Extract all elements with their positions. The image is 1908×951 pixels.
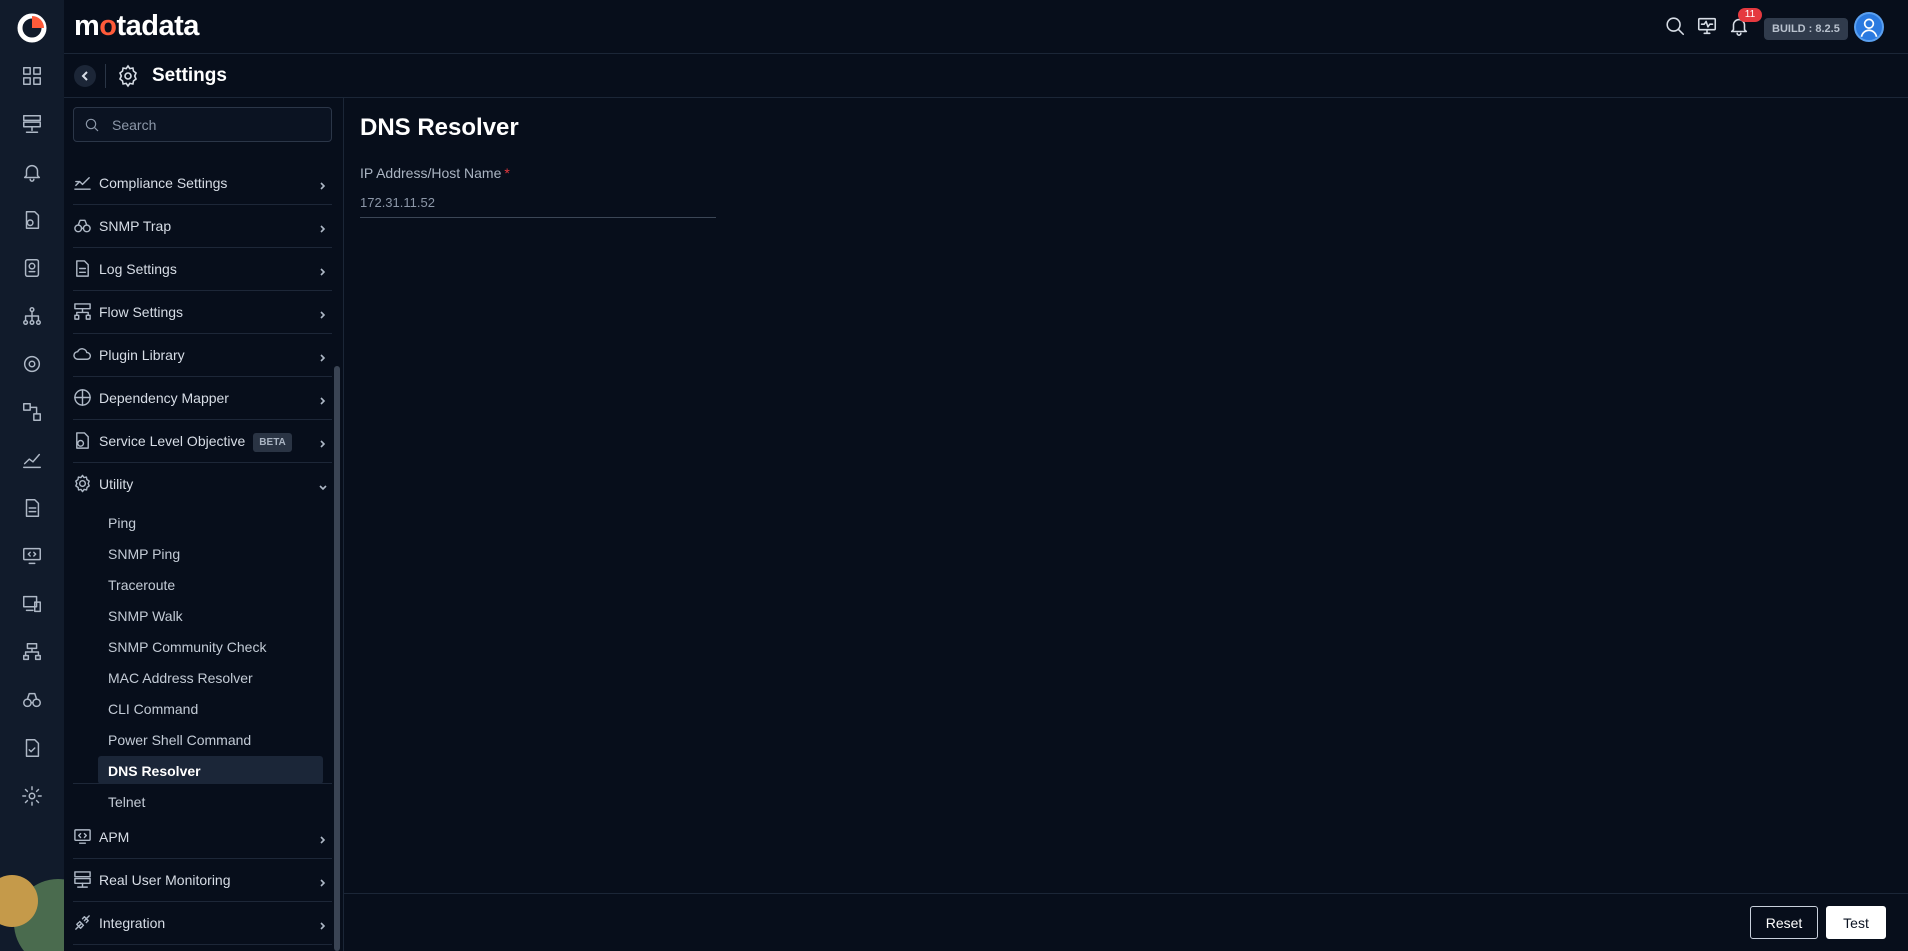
monitor-screen-icon[interactable] <box>1696 15 1720 39</box>
settings-header: Settings <box>64 54 1908 98</box>
menu-item-label: Dependency Mapper <box>99 390 229 406</box>
menu-item-apm[interactable]: APM <box>73 816 332 859</box>
chevron-right-icon <box>318 436 328 448</box>
menu-item-real-user-monitoring[interactable]: Real User Monitoring <box>73 859 332 902</box>
submenu-item-ping[interactable]: Ping <box>98 508 323 536</box>
dependency-icon <box>73 388 93 408</box>
submenu-item-traceroute[interactable]: Traceroute <box>98 570 323 598</box>
cloud-plugin-icon <box>73 345 93 365</box>
sidebar-scrollbar[interactable] <box>334 366 340 951</box>
settings-icon[interactable] <box>20 784 44 808</box>
menu-item-compliance-settings[interactable]: Compliance Settings <box>73 162 332 205</box>
network-icon[interactable] <box>20 640 44 664</box>
submenu-item-mac-address-resolver[interactable]: MAC Address Resolver <box>98 663 323 691</box>
search-input[interactable] <box>112 108 322 141</box>
chevron-right-icon <box>318 918 328 930</box>
menu-item-integration[interactable]: Integration <box>73 902 332 945</box>
ip-host-input[interactable] <box>360 188 716 218</box>
main-content: DNS Resolver IP Address/Host Name * <box>344 98 1908 893</box>
menu-item-label: Integration <box>99 915 166 931</box>
decorative-shape <box>0 865 64 951</box>
chevron-right-icon <box>318 875 328 887</box>
workflow-icon[interactable] <box>20 400 44 424</box>
utility-gear-icon <box>73 474 93 494</box>
settings-sidebar: Compliance Settings SNMP Trap Log Settin… <box>64 98 344 951</box>
menu-item-label: Flow Settings <box>99 304 184 320</box>
chevron-right-icon <box>318 393 328 405</box>
compliance-icon[interactable] <box>20 736 44 760</box>
submenu-item-telnet[interactable]: Telnet <box>98 787 323 815</box>
menu-item-label: Compliance Settings <box>99 175 228 191</box>
menu-item-label: SNMP Trap <box>99 218 172 234</box>
menu-item-label: Service Level Objective BETA <box>99 433 292 452</box>
build-version-badge: BUILD : 8.2.5 <box>1764 18 1848 40</box>
search-box <box>73 107 332 142</box>
back-button[interactable] <box>74 65 96 87</box>
submenu-item-dns-resolver[interactable]: DNS Resolver <box>98 756 323 784</box>
flow-icon <box>73 302 93 322</box>
menu-item-flow-settings[interactable]: Flow Settings <box>73 291 332 334</box>
submenu-item-snmp-ping[interactable]: SNMP Ping <box>98 539 323 567</box>
page-title: DNS Resolver <box>360 114 519 141</box>
topology-icon[interactable] <box>20 304 44 328</box>
log-file-icon <box>73 259 93 279</box>
chevron-right-icon <box>318 264 328 276</box>
monitor-icon[interactable] <box>20 352 44 376</box>
settings-gear-icon <box>116 64 140 88</box>
dashboard-icon[interactable] <box>20 64 44 88</box>
submenu-item-snmp-walk[interactable]: SNMP Walk <box>98 601 323 629</box>
log-icon[interactable] <box>20 496 44 520</box>
chevron-right-icon <box>318 221 328 233</box>
apm-icon[interactable] <box>20 544 44 568</box>
form-footer: Reset Test <box>344 893 1908 951</box>
alerts-icon[interactable] <box>20 160 44 184</box>
required-mark: * <box>504 165 510 181</box>
apm-monitor-icon <box>73 827 93 847</box>
menu-item-snmp-trap[interactable]: SNMP Trap <box>73 205 332 248</box>
menu-item-label: Log Settings <box>99 261 177 277</box>
device-icon[interactable] <box>20 592 44 616</box>
menu-item-label: Plugin Library <box>99 347 185 363</box>
reset-button[interactable]: Reset <box>1750 906 1818 939</box>
snmp-trap-icon[interactable] <box>20 688 44 712</box>
metrics-icon[interactable] <box>20 448 44 472</box>
policy-icon[interactable] <box>20 208 44 232</box>
chevron-down-icon <box>318 479 328 491</box>
beta-badge: BETA <box>253 433 292 452</box>
menu-item-dependency-mapper[interactable]: Dependency Mapper <box>73 377 332 420</box>
menu-item-plugin-library[interactable]: Plugin Library <box>73 334 332 377</box>
submenu-item-power-shell-command[interactable]: Power Shell Command <box>98 725 323 753</box>
divider <box>105 64 106 88</box>
inventory-icon[interactable] <box>20 112 44 136</box>
integration-icon <box>73 913 93 933</box>
icon-rail <box>0 0 64 951</box>
app-logo-icon[interactable] <box>16 12 48 44</box>
chevron-right-icon <box>318 178 328 190</box>
top-bar: motadata <box>64 0 1908 54</box>
page-section-title: Settings <box>152 65 227 86</box>
submenu-item-cli-command[interactable]: CLI Command <box>98 694 323 722</box>
binoculars-icon <box>73 216 93 236</box>
rum-icon <box>73 870 93 890</box>
search-icon[interactable] <box>1664 15 1688 39</box>
test-button[interactable]: Test <box>1826 906 1886 939</box>
menu-item-service-level-objective[interactable]: Service Level Objective BETA <box>73 420 332 463</box>
menu-item-label: Utility <box>99 476 134 492</box>
compliance-chart-icon <box>73 173 93 193</box>
menu-item-log-settings[interactable]: Log Settings <box>73 248 332 291</box>
ip-host-field-label: IP Address/Host Name * <box>360 165 510 181</box>
menu-item-label: Real User Monitoring <box>99 872 231 888</box>
chevron-right-icon <box>318 307 328 319</box>
menu-item-label: APM <box>99 829 130 845</box>
report-icon[interactable] <box>20 256 44 280</box>
submenu-item-snmp-community-check[interactable]: SNMP Community Check <box>98 632 323 660</box>
chevron-right-icon <box>318 832 328 844</box>
brand-logo[interactable]: motadata <box>74 10 199 43</box>
notification-badge: 11 <box>1738 8 1762 22</box>
slo-icon <box>73 431 93 451</box>
chevron-right-icon <box>318 350 328 362</box>
search-icon <box>85 118 99 132</box>
user-avatar[interactable] <box>1854 12 1884 42</box>
